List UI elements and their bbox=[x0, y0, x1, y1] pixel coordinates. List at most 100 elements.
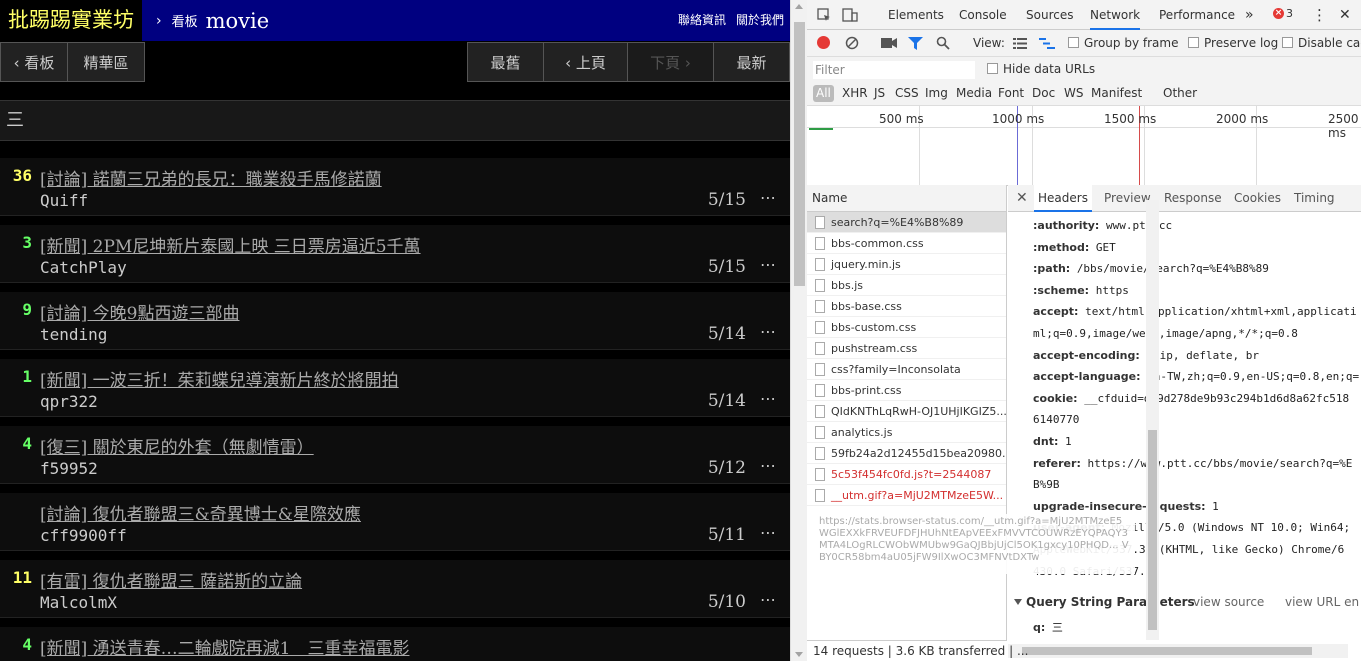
request-row[interactable]: bbs-print.css bbox=[807, 380, 1006, 401]
filter-input[interactable]: Filter bbox=[813, 61, 975, 79]
type-filter-xhr[interactable]: XHR bbox=[842, 86, 868, 100]
close-details-icon[interactable]: ✕ bbox=[1016, 190, 1028, 206]
post-row[interactable]: 36 [討論] 諾蘭三兄弟的長兄：職業殺手馬修諾蘭 Quiff 5/15 ⋯ bbox=[0, 158, 790, 216]
post-row[interactable]: 4 [新聞] 湧送青春…二輪戲院再減1 三重幸福電影 bbox=[0, 627, 790, 661]
request-row[interactable]: jquery.min.js bbox=[807, 254, 1006, 275]
more-tabs-icon[interactable]: » bbox=[1245, 0, 1254, 30]
clear-icon[interactable] bbox=[845, 36, 859, 50]
request-row[interactable]: bbs-common.css bbox=[807, 233, 1006, 254]
tab-elements[interactable]: Elements bbox=[888, 0, 944, 30]
kebab-menu-icon[interactable]: ⋮ bbox=[1312, 0, 1327, 30]
about-link[interactable]: 關於我們 bbox=[736, 11, 784, 28]
request-row[interactable]: 5c53f454fc0fd.js?t=2544087 bbox=[807, 464, 1006, 485]
post-title-link[interactable]: [討論] 今晚9點西遊三部曲 bbox=[40, 299, 239, 324]
post-title-link[interactable]: [有雷] 復仇者聯盟三 薩諾斯的立論 bbox=[40, 567, 302, 592]
disable-cache-checkbox[interactable]: Disable cache bbox=[1282, 36, 1361, 50]
tab-console[interactable]: Console bbox=[959, 0, 1007, 30]
post-title-link[interactable]: [新聞] 2PM尼坤新片泰國上映 三日票房逼近5千萬 bbox=[40, 232, 421, 257]
details-scrollbar[interactable] bbox=[1146, 200, 1159, 640]
header-row: B%9B bbox=[1033, 478, 1060, 492]
scrollbar-thumb[interactable] bbox=[794, 22, 805, 286]
view-url-encoded-link[interactable]: view URL en bbox=[1285, 595, 1359, 609]
close-devtools-icon[interactable]: ✕ bbox=[1339, 0, 1351, 30]
tab-headers[interactable]: Headers bbox=[1034, 185, 1092, 212]
type-filter-other[interactable]: Other bbox=[1163, 86, 1197, 100]
tab-preview[interactable]: Preview bbox=[1104, 185, 1151, 212]
view-source-link[interactable]: view source bbox=[1193, 595, 1264, 609]
newest-button[interactable]: 最新 bbox=[713, 42, 790, 82]
type-filter-ws[interactable]: WS bbox=[1064, 86, 1083, 100]
post-title-link[interactable]: [討論] 諾蘭三兄弟的長兄：職業殺手馬修諾蘭 bbox=[40, 165, 382, 190]
request-row[interactable]: bbs-base.css bbox=[807, 296, 1006, 317]
request-row[interactable]: css?family=Inconsolata bbox=[807, 359, 1006, 380]
request-row[interactable]: __utm.gif?a=MjU2MTMzeE5W... bbox=[807, 485, 1006, 506]
digest-button[interactable]: 精華區 bbox=[67, 42, 145, 82]
request-row[interactable]: pushstream.css bbox=[807, 338, 1006, 359]
post-row[interactable]: 1 [新聞] 一波三折！茱莉蝶兒導演新片終於將開拍 qpr322 5/14 ⋯ bbox=[0, 359, 790, 417]
more-actions-icon[interactable]: ⋯ bbox=[760, 590, 776, 609]
type-filter-img[interactable]: Img bbox=[925, 86, 948, 100]
type-filter-css[interactable]: CSS bbox=[895, 86, 919, 100]
tab-performance[interactable]: Performance bbox=[1159, 0, 1235, 30]
type-filter-doc[interactable]: Doc bbox=[1032, 86, 1055, 100]
tab-cookies[interactable]: Cookies bbox=[1234, 185, 1281, 212]
file-icon bbox=[815, 468, 825, 481]
name-column-header[interactable]: Name bbox=[807, 185, 1006, 212]
post-row[interactable]: 4 [復三] 關於東尼的外套（無劇情雷） f59952 5/12 ⋯ bbox=[0, 426, 790, 484]
board-button[interactable]: ‹ 看板 bbox=[0, 42, 68, 82]
request-row[interactable]: bbs.js bbox=[807, 275, 1006, 296]
search-icon[interactable] bbox=[936, 36, 950, 50]
post-title-link[interactable]: [復三] 關於東尼的外套（無劇情雷） bbox=[40, 433, 314, 458]
more-actions-icon[interactable]: ⋯ bbox=[760, 255, 776, 274]
more-actions-icon[interactable]: ⋯ bbox=[760, 456, 776, 475]
preserve-log-checkbox[interactable]: Preserve log bbox=[1188, 36, 1278, 50]
tab-timing[interactable]: Timing bbox=[1294, 185, 1335, 212]
contact-link[interactable]: 聯絡資訊 bbox=[678, 11, 726, 28]
inspect-icon[interactable] bbox=[816, 7, 832, 23]
prev-page-button[interactable]: ‹ 上頁 bbox=[543, 42, 628, 82]
request-row[interactable]: bbs-custom.css bbox=[807, 317, 1006, 338]
type-filter-media[interactable]: Media bbox=[956, 86, 992, 100]
waterfall-icon[interactable] bbox=[1039, 38, 1055, 49]
device-toolbar-icon[interactable] bbox=[842, 7, 858, 23]
more-actions-icon[interactable]: ⋯ bbox=[760, 523, 776, 542]
post-row[interactable]: 3 [新聞] 2PM尼坤新片泰國上映 三日票房逼近5千萬 CatchPlay 5/15… bbox=[0, 225, 790, 283]
post-row[interactable]: 11 [有雷] 復仇者聯盟三 薩諾斯的立論 MalcolmX 5/10 ⋯ bbox=[0, 560, 790, 618]
scroll-up-icon[interactable] bbox=[795, 4, 803, 9]
error-counter[interactable]: × 3 bbox=[1273, 7, 1293, 20]
more-actions-icon[interactable]: ⋯ bbox=[760, 188, 776, 207]
network-overview-timeline[interactable]: 500 ms 1000 ms 1500 ms 2000 ms 2500 ms bbox=[807, 106, 1361, 186]
details-horizontal-scrollbar[interactable] bbox=[1008, 644, 1348, 658]
type-filter-js[interactable]: JS bbox=[874, 86, 885, 100]
post-title-link[interactable]: [討論] 復仇者聯盟三&奇異博士&星際效應 bbox=[40, 500, 361, 525]
type-filter-manifest[interactable]: Manifest bbox=[1091, 86, 1142, 100]
filter-icon[interactable] bbox=[908, 37, 923, 50]
large-rows-icon[interactable] bbox=[1013, 38, 1027, 49]
request-row[interactable]: 59fb24a2d12455d15bea20980... bbox=[807, 443, 1006, 464]
more-actions-icon[interactable]: ⋯ bbox=[760, 389, 776, 408]
oldest-button[interactable]: 最舊 bbox=[467, 42, 544, 82]
scroll-down-icon[interactable] bbox=[795, 652, 803, 657]
type-filter-font[interactable]: Font bbox=[998, 86, 1024, 100]
post-row[interactable]: [討論] 復仇者聯盟三&奇異博士&星際效應 cff9900ff 5/11 ⋯ bbox=[0, 493, 790, 551]
request-row[interactable]: search?q=%E4%B8%89 bbox=[807, 212, 1006, 233]
record-icon[interactable] bbox=[817, 36, 830, 49]
post-row[interactable]: 9 [討論] 今晚9點西遊三部曲 tending 5/14 ⋯ bbox=[0, 292, 790, 350]
board-name[interactable]: movie bbox=[206, 9, 270, 33]
group-by-frame-checkbox[interactable]: Group by frame bbox=[1068, 36, 1178, 50]
query-string-parameters-toggle[interactable]: Query String Parameters bbox=[1014, 595, 1195, 609]
page-scrollbar[interactable] bbox=[790, 0, 807, 661]
post-title-link[interactable]: [新聞] 湧送青春…二輪戲院再減1 三重幸福電影 bbox=[40, 634, 409, 659]
search-input[interactable]: 三 bbox=[0, 100, 790, 141]
request-row[interactable]: QIdKNThLqRwH-OJ1UHjIKGIZ5... bbox=[807, 401, 1006, 422]
tab-sources[interactable]: Sources bbox=[1026, 0, 1073, 30]
request-row[interactable]: analytics.js bbox=[807, 422, 1006, 443]
post-title-link[interactable]: [新聞] 一波三折！茱莉蝶兒導演新片終於將開拍 bbox=[40, 366, 399, 391]
tab-response[interactable]: Response bbox=[1164, 185, 1222, 212]
capture-screenshots-icon[interactable] bbox=[881, 37, 897, 49]
type-filter-all[interactable]: All bbox=[813, 85, 834, 102]
site-logo[interactable]: 批踢踢實業坊 bbox=[0, 0, 142, 41]
tab-network[interactable]: Network bbox=[1090, 0, 1141, 30]
more-actions-icon[interactable]: ⋯ bbox=[760, 322, 776, 341]
hide-data-urls-checkbox[interactable]: Hide data URLs bbox=[987, 62, 1095, 76]
